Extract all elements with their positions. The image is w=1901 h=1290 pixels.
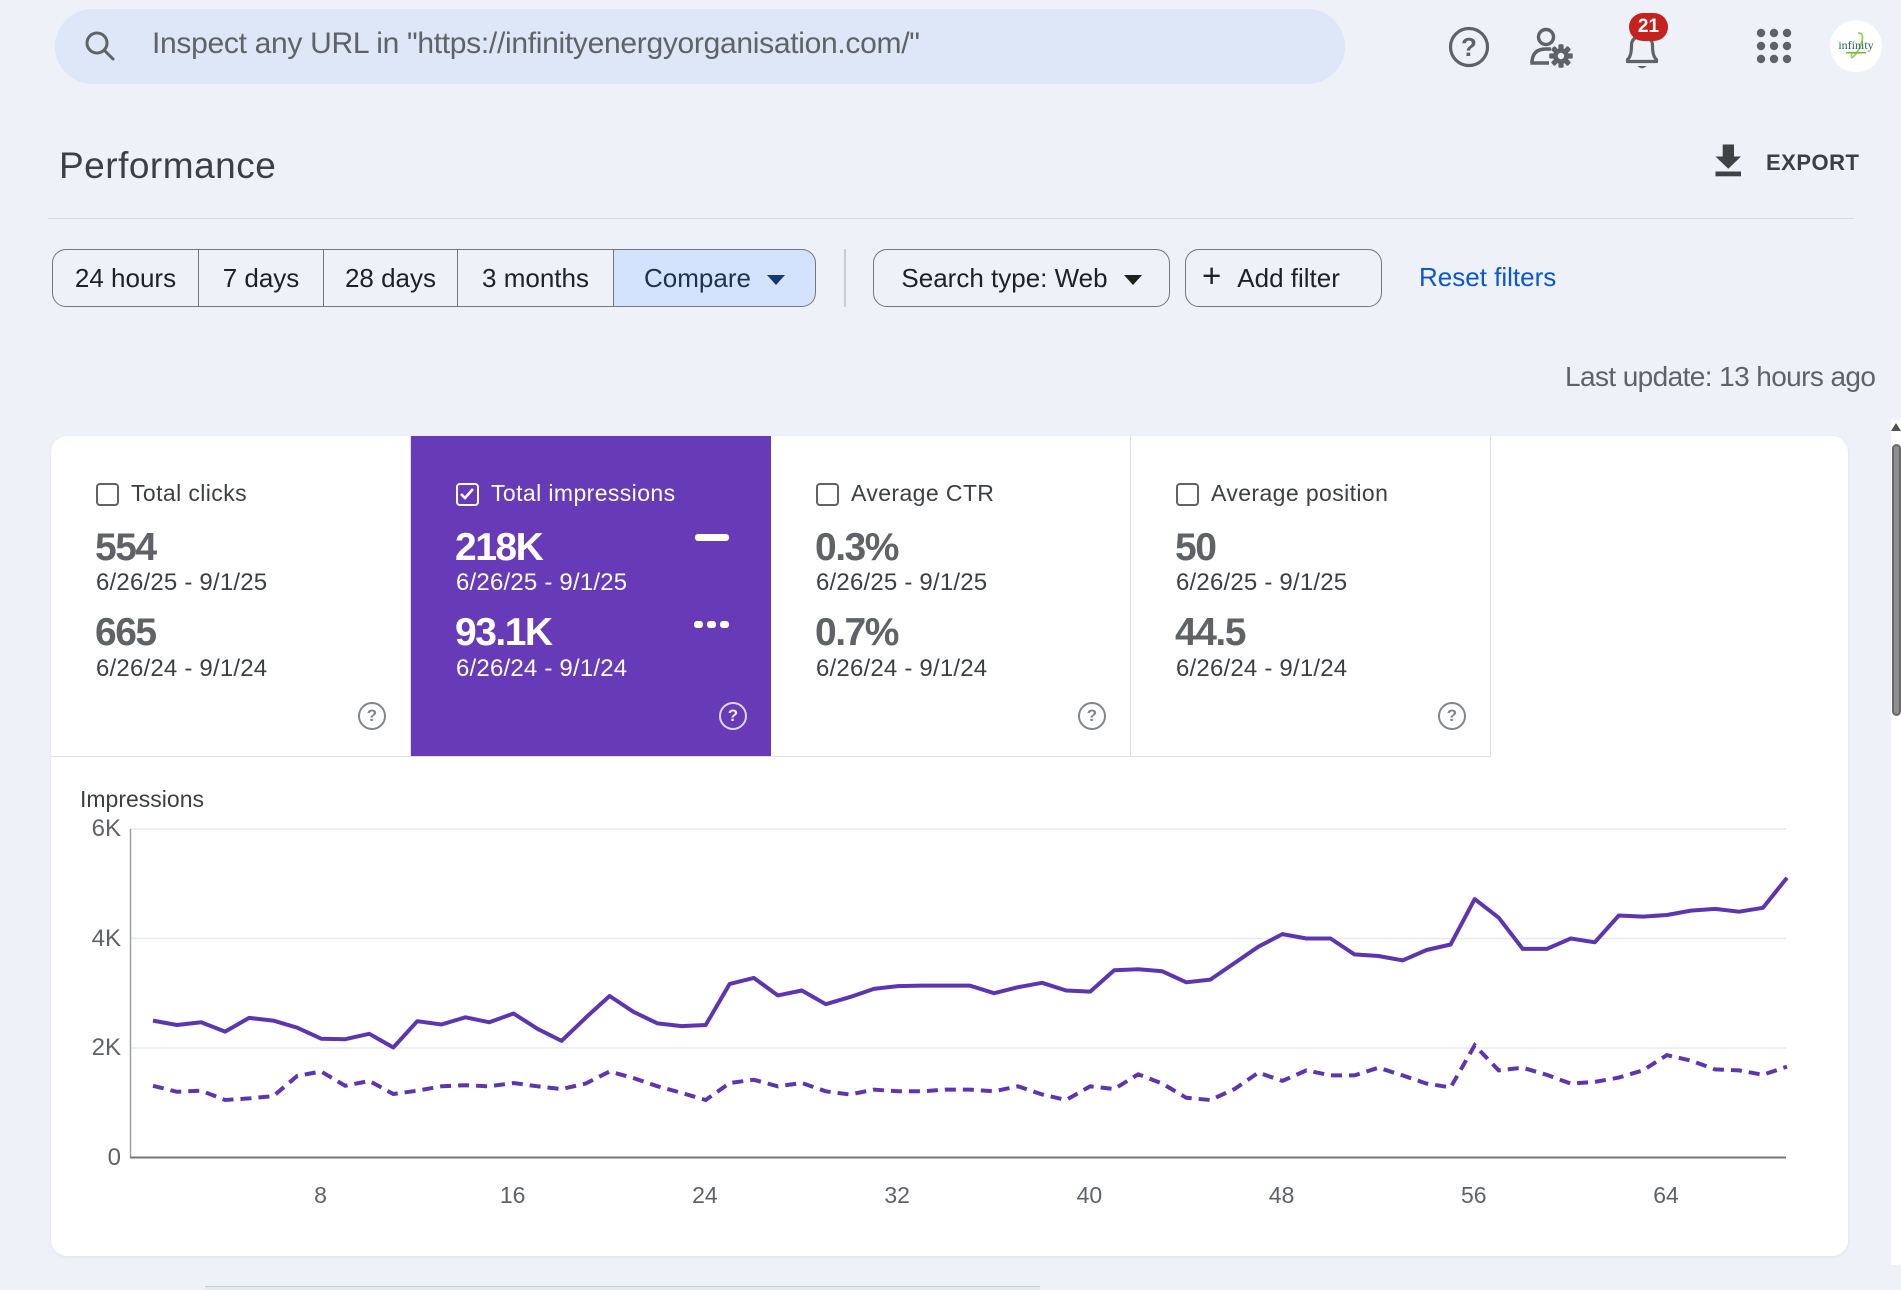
- svg-text:6K: 6K: [92, 815, 121, 842]
- svg-text:4K: 4K: [92, 925, 121, 952]
- svg-text:infinity: infinity: [1838, 38, 1873, 52]
- svg-text:0: 0: [108, 1144, 121, 1171]
- svg-text:48: 48: [1269, 1182, 1295, 1208]
- svg-text:24: 24: [692, 1182, 718, 1208]
- svg-text:64: 64: [1653, 1182, 1679, 1208]
- svg-text:40: 40: [1077, 1182, 1103, 1208]
- svg-text:2K: 2K: [92, 1034, 121, 1061]
- svg-text:?: ?: [1461, 32, 1477, 62]
- svg-text:16: 16: [500, 1182, 526, 1208]
- svg-text:32: 32: [884, 1182, 910, 1208]
- svg-text:56: 56: [1461, 1182, 1487, 1208]
- svg-text:8: 8: [314, 1182, 327, 1208]
- svg-text:Impressions: Impressions: [80, 786, 204, 812]
